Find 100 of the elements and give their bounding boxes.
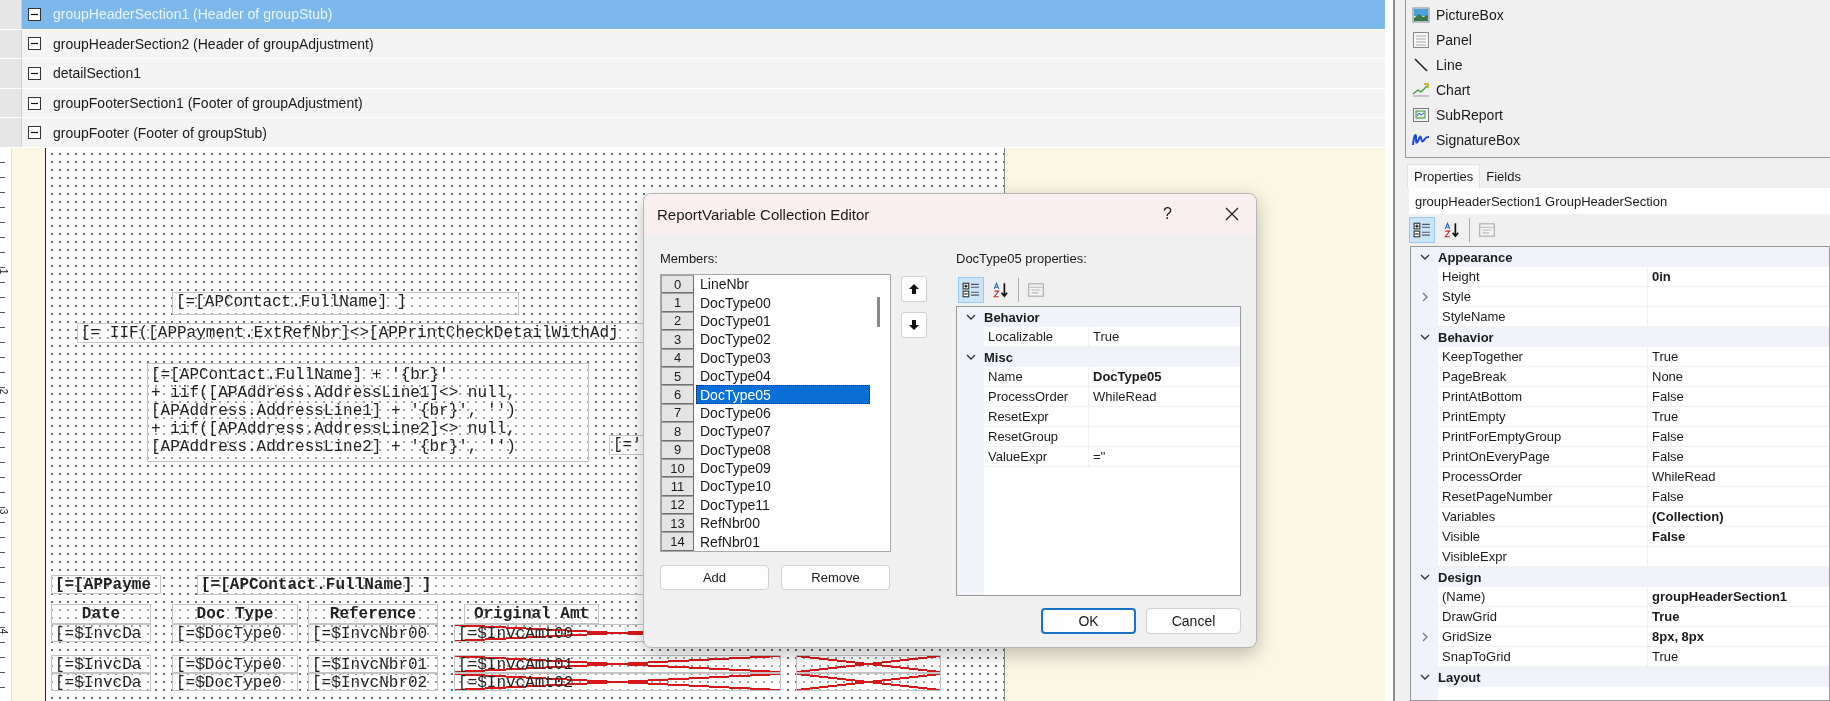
member-item[interactable]: RefNbr01 — [696, 532, 870, 551]
property-name[interactable]: Visible — [1438, 527, 1648, 547]
property-value[interactable]: WhileRead — [1648, 467, 1829, 487]
member-item[interactable]: LineNbr — [696, 275, 870, 294]
collapse-icon[interactable] — [28, 37, 41, 51]
property-name[interactable]: PrintForEmptyGroup — [1438, 427, 1648, 447]
category-header[interactable]: Misc — [984, 347, 1240, 367]
property-name[interactable]: KeepTogether — [1438, 347, 1648, 367]
property-name[interactable]: ResetPageNumber — [1438, 487, 1648, 507]
expand-chevron-icon[interactable] — [1420, 632, 1429, 642]
member-item[interactable]: DocType08 — [696, 440, 870, 459]
property-name[interactable]: DrawGrid — [1438, 607, 1648, 627]
toolbox-item[interactable]: Panel — [1412, 27, 1830, 52]
property-name[interactable]: ProcessOrder — [1438, 467, 1648, 487]
remove-button[interactable]: Remove — [781, 565, 890, 590]
toolbox-item[interactable]: SignatureBox — [1412, 127, 1830, 152]
expression-field: [=[APContact.FullName] ] — [172, 291, 519, 315]
collapse-icon[interactable] — [28, 67, 41, 80]
property-value[interactable]: False — [1648, 387, 1829, 407]
add-button[interactable]: Add — [660, 565, 769, 590]
collapse-chevron-icon[interactable] — [1419, 672, 1430, 682]
toolbox-item[interactable]: SubReport — [1412, 102, 1830, 127]
property-value[interactable]: (Collection) — [1648, 507, 1829, 527]
collapse-chevron-icon[interactable] — [1419, 252, 1430, 262]
move-up-button[interactable] — [901, 276, 927, 302]
property-name[interactable]: PrintOnEveryPage — [1438, 447, 1648, 467]
member-item[interactable]: DocType05 — [696, 385, 870, 404]
property-value[interactable]: groupHeaderSection1 — [1648, 587, 1829, 607]
collapse-chevron-icon[interactable] — [1419, 572, 1430, 582]
member-item[interactable]: DocType04 — [696, 366, 870, 386]
property-name[interactable]: ResetGroup — [984, 427, 1089, 447]
property-value[interactable]: None — [1648, 367, 1829, 387]
expand-chevron-icon[interactable] — [1420, 292, 1429, 302]
property-value[interactable]: WhileRead — [1089, 387, 1240, 407]
property-name[interactable]: ProcessOrder — [984, 387, 1089, 407]
cancel-button[interactable]: Cancel — [1146, 608, 1241, 634]
property-value[interactable]: DocType05 — [1089, 367, 1240, 387]
row-index: 0 — [661, 275, 694, 294]
property-name[interactable]: Name — [984, 367, 1089, 387]
property-name[interactable]: PrintEmpty — [1438, 407, 1648, 427]
section-band[interactable]: detailSection1 — [0, 59, 1385, 89]
property-name[interactable]: (Name) — [1438, 587, 1648, 607]
property-name[interactable]: ValueExpr — [984, 447, 1089, 467]
scrollbar-thumb[interactable] — [877, 297, 880, 327]
member-item[interactable]: DocType00 — [696, 293, 870, 312]
section-band[interactable]: groupFooter (Footer of groupStub) — [0, 118, 1385, 148]
toolbox-item[interactable]: PictureBox — [1412, 2, 1830, 27]
collapse-icon[interactable] — [28, 7, 41, 21]
category-header[interactable]: Appearance — [1438, 247, 1829, 267]
property-name[interactable]: Variables — [1438, 507, 1648, 527]
categorized-button[interactable] — [1409, 217, 1435, 243]
property-value[interactable]: 0in — [1648, 267, 1829, 287]
member-item[interactable]: DocType02 — [696, 330, 870, 349]
property-value[interactable]: True — [1648, 347, 1829, 367]
categorized-button[interactable] — [958, 277, 984, 303]
column-header: Reference — [308, 603, 438, 624]
member-item[interactable]: DocType11 — [696, 495, 870, 515]
move-down-button[interactable] — [901, 312, 927, 338]
property-name[interactable]: PageBreak — [1438, 367, 1648, 387]
collapse-chevron-icon[interactable] — [1419, 332, 1430, 342]
collapse-chevron-icon[interactable] — [965, 312, 976, 322]
category-header[interactable]: Behavior — [984, 307, 1240, 327]
category-header[interactable]: Design — [1438, 567, 1829, 587]
property-value[interactable]: True — [1648, 407, 1829, 427]
section-band[interactable]: groupHeaderSection2 (Header of groupAdjustment) — [0, 29, 1385, 60]
collapse-icon[interactable] — [28, 126, 41, 140]
property-value[interactable]: 8px, 8px — [1648, 627, 1829, 647]
row-index: 1 — [661, 293, 694, 312]
section-band[interactable]: groupFooterSection1 (Footer of groupAdjustment) — [0, 88, 1385, 119]
member-item[interactable]: DocType10 — [696, 477, 870, 496]
member-item[interactable]: DocType09 — [696, 458, 870, 478]
member-item[interactable]: RefNbr00 — [696, 514, 870, 533]
ok-button[interactable]: OK — [1041, 608, 1136, 634]
panel-tab[interactable]: Properties — [1407, 164, 1481, 188]
member-item[interactable]: DocType03 — [696, 348, 870, 367]
member-item[interactable]: DocType01 — [696, 311, 870, 331]
property-value[interactable]: False — [1648, 487, 1829, 507]
category-header[interactable]: Layout — [1438, 667, 1829, 687]
property-value[interactable]: False — [1648, 427, 1829, 447]
property-value[interactable]: False — [1648, 447, 1829, 467]
property-name[interactable]: ResetExpr — [984, 407, 1089, 427]
property-name[interactable]: PrintAtBottom — [1438, 387, 1648, 407]
property-value[interactable]: True — [1648, 607, 1829, 627]
category-header[interactable]: Behavior — [1438, 327, 1829, 347]
property-value[interactable]: ='' — [1089, 447, 1240, 467]
toolbox-item[interactable]: Line — [1412, 52, 1830, 77]
splitter-bar[interactable] — [1385, 0, 1395, 701]
property-name[interactable]: Style — [1438, 287, 1648, 307]
arrow-up-icon — [908, 283, 920, 295]
toolbox-item[interactable]: Chart — [1412, 77, 1830, 102]
property-value[interactable]: False — [1648, 527, 1829, 547]
collapse-icon[interactable] — [28, 96, 41, 110]
property-name[interactable]: Height — [1438, 267, 1648, 287]
object-selector[interactable]: groupHeaderSection1 GroupHeaderSection — [1409, 188, 1830, 214]
member-item[interactable]: DocType06 — [696, 403, 870, 423]
member-item[interactable]: DocType07 — [696, 422, 870, 441]
property-name[interactable]: GridSize — [1438, 627, 1648, 647]
collapse-chevron-icon[interactable] — [965, 352, 976, 362]
help-button[interactable]: ? — [1163, 205, 1172, 223]
panel-icon — [1412, 30, 1430, 49]
